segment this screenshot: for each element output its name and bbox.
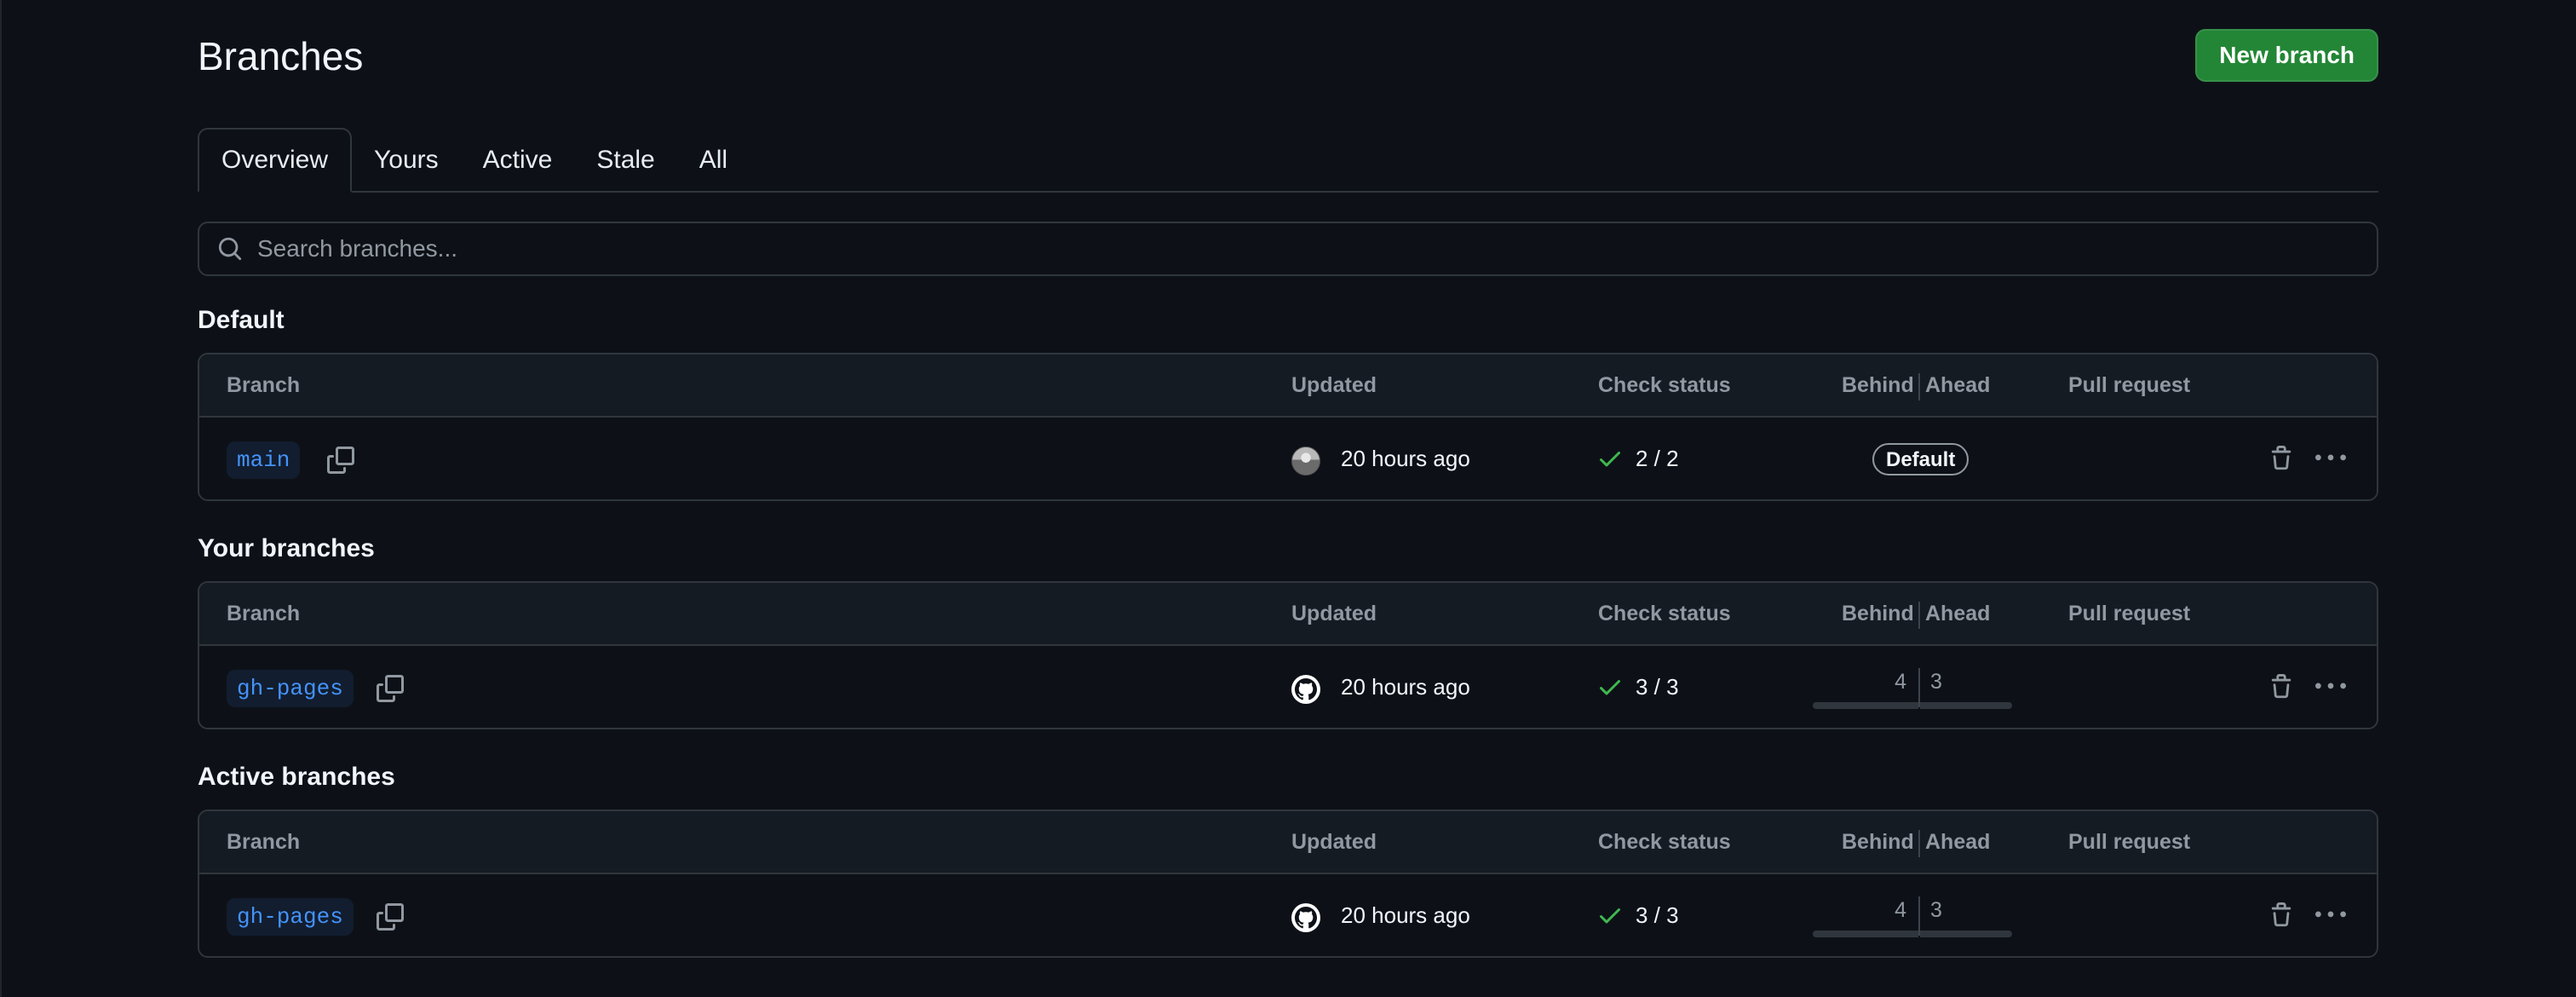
- table-header: Branch Updated Check status Behind Ahead…: [199, 354, 2377, 418]
- trash-icon[interactable]: [2264, 898, 2298, 932]
- tab-active[interactable]: Active: [461, 130, 575, 191]
- search-box: [198, 222, 2378, 276]
- updated-time: 20 hours ago: [1341, 446, 1470, 471]
- page-title: Branches: [198, 34, 364, 78]
- check-icon[interactable]: [1596, 445, 1624, 472]
- new-branch-button[interactable]: New branch: [2195, 29, 2378, 82]
- column-check-status: Check status: [1598, 373, 1731, 397]
- column-updated: Updated: [1291, 830, 1377, 854]
- avatar[interactable]: [1291, 447, 1320, 475]
- default-branch-table: Branch Updated Check status Behind Ahead…: [198, 353, 2378, 501]
- column-pull-request: Pull request: [2068, 830, 2191, 854]
- trash-icon[interactable]: [2264, 670, 2298, 704]
- column-branch: Branch: [227, 830, 301, 854]
- column-ahead: Ahead: [1925, 602, 1991, 625]
- updated-time: 20 hours ago: [1341, 902, 1470, 928]
- branch-name-link[interactable]: gh-pages: [227, 898, 354, 936]
- default-badge: Default: [1872, 443, 1969, 475]
- search-icon: [215, 233, 245, 264]
- check-status-count[interactable]: 3 / 3: [1636, 646, 1679, 728]
- ahead-count: 3: [1930, 670, 1942, 694]
- column-behind: Behind: [1842, 373, 1914, 397]
- branch-name-link[interactable]: main: [227, 441, 301, 479]
- left-border: [0, 0, 2, 997]
- copy-icon[interactable]: [373, 671, 407, 706]
- behind-bar: [1813, 702, 1918, 709]
- kebab-horizontal-icon[interactable]: [2310, 441, 2351, 475]
- column-behind: Behind: [1842, 830, 1914, 854]
- check-icon[interactable]: [1596, 902, 1624, 929]
- tab-stale[interactable]: Stale: [574, 130, 676, 191]
- your-branches-table: Branch Updated Check status Behind Ahead…: [198, 581, 2378, 729]
- updated-time: 20 hours ago: [1341, 674, 1470, 700]
- check-status-count[interactable]: 2 / 2: [1636, 418, 1679, 499]
- column-ahead: Ahead: [1925, 373, 1991, 397]
- behind-count: 4: [1895, 898, 1906, 922]
- behind-ahead-divider: [1918, 602, 1920, 629]
- check-status-count[interactable]: 3 / 3: [1636, 874, 1679, 956]
- tab-all[interactable]: All: [677, 130, 750, 191]
- kebab-horizontal-icon[interactable]: [2310, 670, 2351, 704]
- branch-tabs: Overview Yours Active Stale All: [198, 128, 2378, 193]
- section-title-default: Default: [198, 306, 285, 334]
- column-updated: Updated: [1291, 373, 1377, 397]
- page-header: Branches New branch: [198, 0, 2378, 112]
- behind-bar: [1813, 931, 1918, 937]
- column-pull-request: Pull request: [2068, 373, 2191, 397]
- kebab-horizontal-icon[interactable]: [2310, 898, 2351, 932]
- column-branch: Branch: [227, 373, 301, 397]
- main-content: Branches New branch Overview Yours Activ…: [198, 0, 2378, 958]
- column-updated: Updated: [1291, 602, 1377, 625]
- branches-page: Branches New branch Overview Yours Activ…: [0, 0, 2576, 997]
- table-row: gh-pages 20 hours ago 3 / 3 4 3: [199, 874, 2377, 956]
- table-header: Branch Updated Check status Behind Ahead…: [199, 811, 2377, 874]
- table-row: main 20 hours ago 2 / 2 Default: [199, 418, 2377, 499]
- column-behind: Behind: [1842, 602, 1914, 625]
- column-branch: Branch: [227, 602, 301, 625]
- column-check-status: Check status: [1598, 602, 1731, 625]
- search-input[interactable]: [245, 224, 2377, 274]
- table-row: gh-pages 20 hours ago 3 / 3 4 3: [199, 646, 2377, 728]
- tab-yours[interactable]: Yours: [352, 130, 461, 191]
- column-check-status: Check status: [1598, 830, 1731, 854]
- behind-ahead-divider: [1918, 373, 1920, 401]
- section-title-active-branches: Active branches: [198, 763, 395, 791]
- github-icon[interactable]: [1291, 903, 1320, 932]
- copy-icon[interactable]: [324, 443, 358, 477]
- ahead-bar: [1920, 931, 2012, 937]
- active-branches-table: Branch Updated Check status Behind Ahead…: [198, 810, 2378, 958]
- copy-icon[interactable]: [373, 900, 407, 934]
- trash-icon[interactable]: [2264, 441, 2298, 475]
- section-title-your-branches: Your branches: [198, 534, 375, 562]
- ahead-bar: [1920, 702, 2012, 709]
- column-ahead: Ahead: [1925, 830, 1991, 854]
- table-header: Branch Updated Check status Behind Ahead…: [199, 583, 2377, 646]
- behind-ahead-divider: [1918, 830, 1920, 857]
- ahead-count: 3: [1930, 898, 1942, 922]
- github-icon[interactable]: [1291, 675, 1320, 704]
- behind-count: 4: [1895, 670, 1906, 694]
- branch-name-link[interactable]: gh-pages: [227, 670, 354, 707]
- tab-overview[interactable]: Overview: [198, 128, 353, 193]
- check-icon[interactable]: [1596, 673, 1624, 700]
- column-pull-request: Pull request: [2068, 602, 2191, 625]
